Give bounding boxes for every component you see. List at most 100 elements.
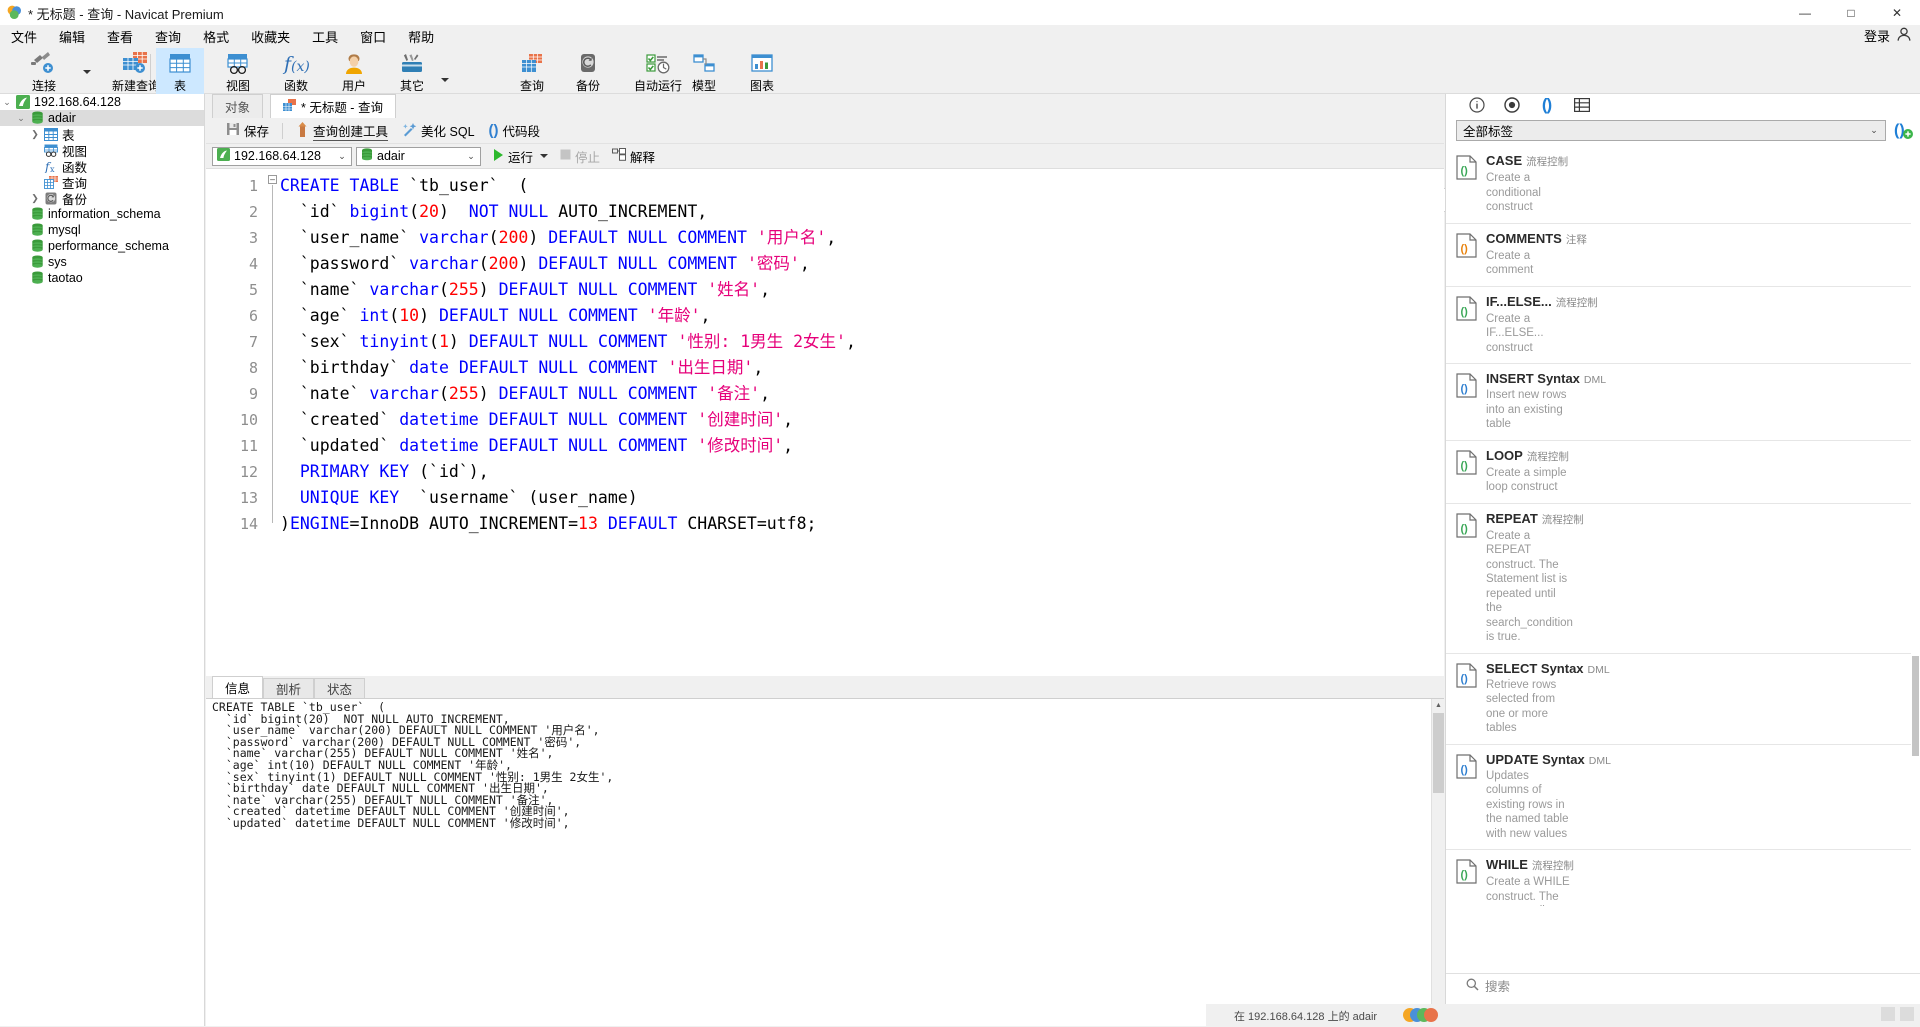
status-indicator-2[interactable] <box>1900 1007 1914 1021</box>
grid-icon[interactable] <box>1573 97 1590 114</box>
result-scrollbar-thumb[interactable] <box>1433 713 1444 793</box>
code-line[interactable]: `updated` datetime DEFAULT NULL COMMENT … <box>280 433 793 459</box>
tree-node-sys[interactable]: sys <box>0 254 204 270</box>
code-line[interactable]: UNIQUE KEY `username` (user_name) <box>280 485 638 511</box>
tag-filter-select[interactable]: 全部标签 ⌄ <box>1456 120 1886 141</box>
tree-node-taotao[interactable]: taotao <box>0 270 204 286</box>
toolbar-button-table[interactable]: 表 <box>156 48 204 94</box>
code-line[interactable]: `sex` tinyint(1) DEFAULT NULL COMMENT '性… <box>280 329 856 355</box>
connection-dropdown-caret-icon[interactable] <box>83 70 91 74</box>
tree-node-mysql[interactable]: mysql <box>0 222 204 238</box>
sql-code-area[interactable]: CREATE TABLE `tb_user` ( `id` bigint(20)… <box>280 169 1444 676</box>
toolbar-button-backup[interactable]: 备份 <box>562 48 614 94</box>
chevron-right-icon[interactable]: ❯ <box>28 193 42 204</box>
toolbar-button-function[interactable]: f (x) 函数 <box>270 48 322 94</box>
query-builder-button[interactable]: 查询创建工具 <box>289 120 395 142</box>
snippet-item[interactable]: () LOOP 流程控制 Create a simple loop construc… <box>1446 441 1920 504</box>
tree-node-adair[interactable]: ⌄ adair <box>0 110 204 126</box>
snippet-item[interactable]: () IF...ELSE... 流程控制 Create a IF...ELSE...… <box>1446 287 1920 364</box>
others-dropdown-caret-icon[interactable] <box>441 78 449 82</box>
toolbar-button-chart[interactable]: 图表 <box>736 48 788 94</box>
fold-margin[interactable]: – <box>266 169 280 676</box>
code-line[interactable]: PRIMARY KEY (`id`), <box>280 459 489 485</box>
toolbar-button-connection[interactable]: 连接 <box>12 48 76 94</box>
tree-node-[interactable]: 查询 <box>0 174 204 191</box>
snippet-item[interactable]: () REPEAT 流程控制 Create a REPEAT construct. … <box>1446 504 1920 654</box>
snippet-item[interactable]: () SELECT Syntax DML Retrieve rows selecte… <box>1446 654 1920 745</box>
toolbar-button-model[interactable]: 模型 <box>678 48 730 94</box>
menu-item-6[interactable]: 收藏夹 <box>240 24 301 49</box>
scroll-up-arrow-icon[interactable]: ▲ <box>1432 699 1444 712</box>
snippet-list[interactable]: () CASE 流程控制 Create a conditional construc… <box>1446 146 1920 906</box>
snippet-search-row[interactable]: 搜索 <box>1446 973 1920 997</box>
snippet-item[interactable]: () WHILE 流程控制 Create a WHILE construct. Th… <box>1446 850 1920 906</box>
login-label[interactable]: 登录 <box>1864 26 1890 45</box>
connection-tree-sidebar[interactable]: ⌄ 192.168.64.128 ⌄ adair ❯ 表视图 f x 函数 查询 ❯ 备份 info… <box>0 94 205 1026</box>
tree-node-[interactable]: f x 函数 <box>0 158 204 175</box>
code-line[interactable]: CREATE TABLE `tb_user` ( <box>280 173 528 199</box>
chevron-down-icon[interactable]: ⌄ <box>14 113 28 124</box>
tree-node-[interactable]: ❯ 表 <box>0 126 204 143</box>
menu-item-3[interactable]: 查看 <box>96 24 144 49</box>
status-indicator-1[interactable] <box>1881 1007 1895 1021</box>
snippet-scrollbar-thumb[interactable] <box>1912 656 1919 756</box>
code-line[interactable]: `password` varchar(200) DEFAULT NULL COM… <box>280 251 810 277</box>
code-line[interactable]: `id` bigint(20) NOT NULL AUTO_INCREMENT, <box>280 199 707 225</box>
info-icon[interactable] <box>1468 97 1485 114</box>
tree-node-[interactable]: 视图 <box>0 142 204 159</box>
snippet-scrollbar[interactable] <box>1911 146 1920 906</box>
sql-editor[interactable]: 1 2 3 4 5 6 7 8 9 10 11 12 13 14 – CREATE TABLE `tb_u… <box>206 168 1444 676</box>
chevron-right-icon[interactable]: ❯ <box>28 129 42 140</box>
code-line[interactable]: `age` int(10) DEFAULT NULL COMMENT '年龄', <box>280 303 711 329</box>
save-button[interactable]: 保存 <box>219 120 276 142</box>
run-dropdown-caret-icon[interactable] <box>540 154 549 158</box>
toolbar-button-query[interactable]: 查询 <box>506 48 558 94</box>
menu-item-4[interactable]: 查询 <box>144 24 192 49</box>
minimize-button[interactable]: — <box>1782 0 1828 25</box>
fold-toggle-icon[interactable]: – <box>268 175 277 184</box>
code-line[interactable]: `nate` varchar(255) DEFAULT NULL COMMENT… <box>280 381 770 407</box>
menu-item-8[interactable]: 窗口 <box>349 24 397 49</box>
menu-item-2[interactable]: 编辑 <box>48 24 96 49</box>
tree-node-performance_schema[interactable]: performance_schema <box>0 238 204 254</box>
close-button[interactable]: ✕ <box>1874 0 1920 25</box>
beautify-sql-button[interactable]: 美化 SQL <box>395 120 482 142</box>
run-button[interactable]: 运行 <box>489 145 552 168</box>
tree-node-information_schema[interactable]: information_schema <box>0 206 204 222</box>
snippet-item[interactable]: () COMMENTS 注释 Create a comment <box>1446 224 1920 287</box>
database-select[interactable]: adair ⌄ <box>356 146 481 166</box>
snippet-item[interactable]: () CASE 流程控制 Create a conditional construc… <box>1446 146 1920 224</box>
snippet-item[interactable]: () INSERT Syntax DML Insert new rows into … <box>1446 364 1920 441</box>
result-scrollbar[interactable]: ▲ ▼ <box>1431 699 1444 1026</box>
menu-item-1[interactable]: 文件 <box>0 24 48 49</box>
toolbar-button-user[interactable]: 用户 <box>328 48 380 94</box>
tree-node-19216864128[interactable]: ⌄ 192.168.64.128 <box>0 94 204 110</box>
code-line[interactable]: `name` varchar(255) DEFAULT NULL COMMENT… <box>280 277 770 303</box>
explain-button[interactable]: 解释 <box>608 145 659 168</box>
chevron-down-icon[interactable]: ⌄ <box>335 151 349 162</box>
preview-icon[interactable] <box>1503 97 1520 114</box>
account-icon[interactable] <box>1896 26 1912 45</box>
result-tab-1[interactable]: 信息 <box>212 676 264 698</box>
tab-query[interactable]: * 无标题 - 查询 <box>270 94 396 118</box>
code-line[interactable]: `birthday` date DEFAULT NULL COMMENT '出生… <box>280 355 763 381</box>
menu-item-7[interactable]: 工具 <box>301 24 349 49</box>
chevron-down-icon-3[interactable]: ⌄ <box>1866 125 1882 136</box>
result-message-body[interactable]: CREATE TABLE `tb_user` ( `id` bigint(20)… <box>206 698 1444 1026</box>
code-snippet-button[interactable]: () 代码段 <box>482 120 548 142</box>
result-tab-2[interactable]: 剖析 <box>263 678 315 698</box>
tab-objects[interactable]: 对象 <box>212 94 264 118</box>
menu-item-5[interactable]: 格式 <box>192 24 240 49</box>
code-line[interactable]: )ENGINE=InnoDB AUTO_INCREMENT=13 DEFAULT… <box>280 511 816 537</box>
menu-item-9[interactable]: 帮助 <box>397 24 445 49</box>
code-line[interactable]: `created` datetime DEFAULT NULL COMMENT … <box>280 407 793 433</box>
stop-button[interactable]: 停止 <box>556 145 604 168</box>
maximize-button[interactable]: □ <box>1828 0 1874 25</box>
toolbar-button-others[interactable]: 其它 <box>386 48 438 94</box>
result-tab-3[interactable]: 状态 <box>314 678 366 698</box>
connection-select[interactable]: 192.168.64.128 ⌄ <box>212 146 352 166</box>
code-line[interactable]: `user_name` varchar(200) DEFAULT NULL CO… <box>280 225 836 251</box>
snippet-item[interactable]: () UPDATE Syntax DML Updates columns of ex… <box>1446 745 1920 850</box>
add-snippet-button[interactable]: () <box>1894 120 1914 141</box>
tree-node-[interactable]: ❯ 备份 <box>0 190 204 207</box>
